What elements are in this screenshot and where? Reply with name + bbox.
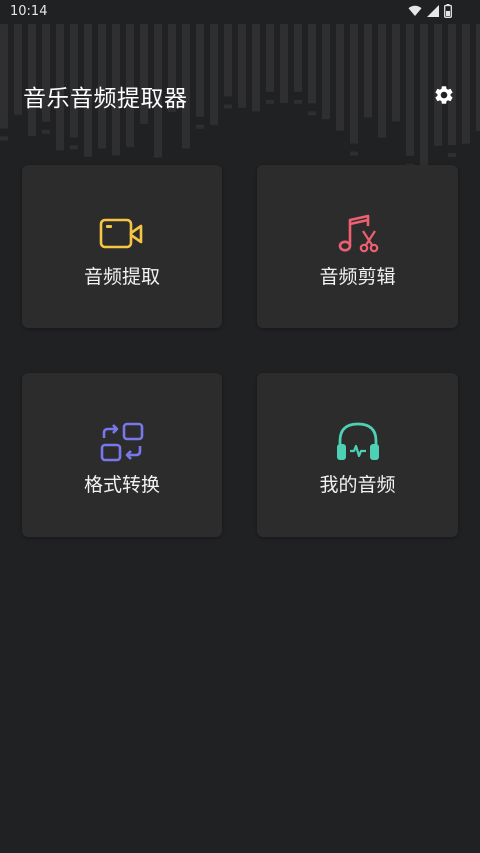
card-label: 我的音频 xyxy=(319,474,396,496)
waveform-bar xyxy=(308,24,316,104)
waveform-bar xyxy=(350,24,358,144)
waveform-bar xyxy=(322,24,330,120)
card-my-audio[interactable]: 我的音频 xyxy=(257,373,458,537)
headphones-icon xyxy=(336,422,379,460)
card-label: 音频剪辑 xyxy=(319,266,396,288)
waveform-bar xyxy=(196,24,204,117)
waveform-dot xyxy=(196,124,204,129)
music-scissors-icon xyxy=(338,214,378,253)
waveform-dot xyxy=(308,111,316,116)
waveform-bar xyxy=(238,24,246,108)
waveform-dot xyxy=(224,104,232,109)
waveform-bar xyxy=(294,24,302,92)
waveform-bar xyxy=(378,24,386,138)
waveform-bar xyxy=(14,24,22,115)
waveform-bar xyxy=(252,24,260,112)
battery-icon xyxy=(444,4,452,18)
app-title: 音乐音频提取器 xyxy=(23,86,188,112)
card-format-convert[interactable]: 格式转换 xyxy=(22,373,222,537)
status-time: 10:14 xyxy=(10,4,48,19)
settings-button[interactable] xyxy=(433,84,455,106)
waveform-bar xyxy=(392,24,400,122)
waveform-dot xyxy=(42,129,50,134)
waveform-bar xyxy=(280,24,288,104)
waveform-bar xyxy=(476,24,480,132)
waveform-dot xyxy=(448,153,456,158)
waveform-dot xyxy=(294,99,302,104)
status-icons xyxy=(408,4,452,18)
waveform-bar xyxy=(210,24,218,126)
waveform-bar xyxy=(406,24,414,156)
card-audio-edit[interactable]: 音频剪辑 xyxy=(257,165,458,328)
card-label: 格式转换 xyxy=(83,474,160,496)
waveform-bar xyxy=(266,24,274,92)
waveform-bar xyxy=(224,24,232,97)
gear-icon xyxy=(435,86,453,104)
waveform-dot xyxy=(0,136,8,141)
waveform-bar xyxy=(420,24,428,169)
convert-icon xyxy=(100,422,144,462)
wifi-icon xyxy=(408,5,422,16)
card-audio-extract[interactable]: 音频提取 xyxy=(22,165,222,328)
card-label: 音频提取 xyxy=(83,266,160,288)
waveform-bar xyxy=(462,24,470,144)
waveform-dot xyxy=(266,99,274,104)
waveform-bar xyxy=(0,24,8,129)
video-camera-icon xyxy=(99,218,143,249)
signal-icon xyxy=(427,5,439,17)
waveform-bar xyxy=(336,24,344,131)
waveform-dot xyxy=(70,145,78,150)
waveform-dot xyxy=(350,151,358,156)
waveform-bar xyxy=(364,24,372,118)
status-bar: 10:14 xyxy=(0,0,480,26)
